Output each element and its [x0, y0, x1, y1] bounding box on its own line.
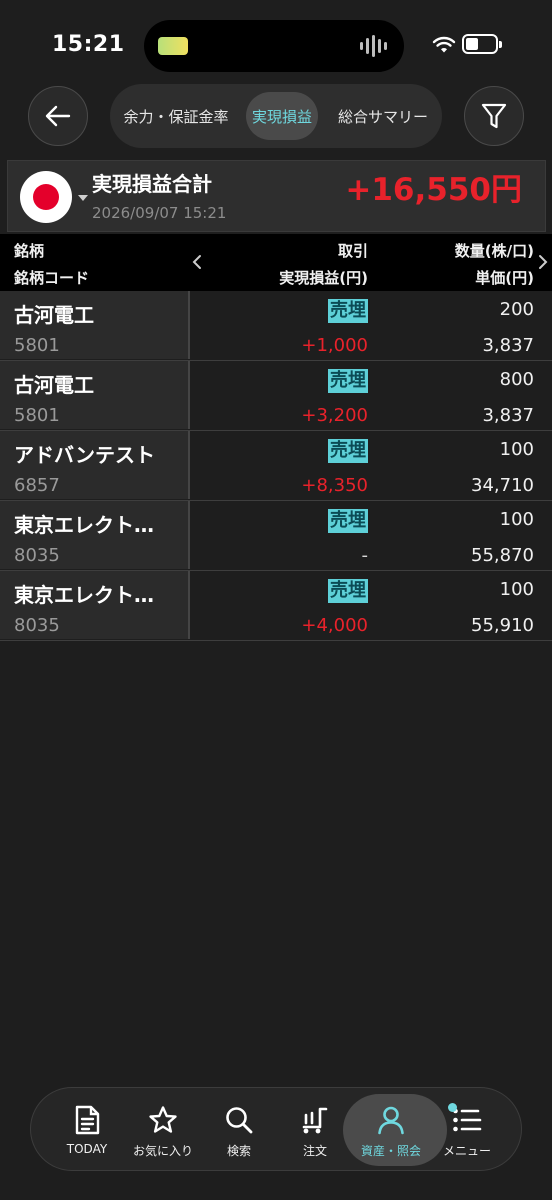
battery-icon: [462, 34, 502, 54]
tab-label: お気に入り: [132, 1144, 193, 1158]
table-row[interactable]: 東京エレクト… 8035 売埋 - 100 55,870: [0, 501, 552, 571]
tab-label: 余力・保証金率: [123, 107, 229, 126]
stock-code: 5801: [14, 405, 60, 426]
cart-icon: [300, 1104, 330, 1136]
table-row[interactable]: 古河電工 5801 売埋 +1,000 200 3,837: [0, 291, 552, 361]
stock-code: 6857: [14, 475, 60, 496]
market-selector[interactable]: [20, 171, 92, 223]
summary-date: 2026/09/07 15:21: [92, 204, 227, 222]
app-activity-icon: [158, 37, 188, 55]
quantity: 200: [499, 299, 534, 320]
back-button[interactable]: [28, 86, 88, 146]
name-cell: 東京エレクト… 8035: [0, 501, 190, 569]
table-row[interactable]: 東京エレクト… 8035 売埋 +4,000 100 55,910: [0, 571, 552, 641]
stock-code: 8035: [14, 615, 60, 636]
trade-badge: 売埋: [328, 509, 368, 533]
dynamic-island: [144, 20, 404, 72]
trade-badge: 売埋: [328, 579, 368, 603]
unit-price: 3,837: [482, 405, 534, 426]
realized-pl: +1,000: [301, 335, 368, 356]
tab-search[interactable]: 検索: [199, 1088, 279, 1172]
tab-summary[interactable]: 総合サマリー: [324, 84, 442, 148]
unit-price: 3,837: [482, 335, 534, 356]
tab-realized-pl[interactable]: 実現損益: [246, 84, 318, 148]
name-cell: 古河電工 5801: [0, 291, 190, 359]
stock-name: アドバンテスト: [14, 443, 155, 467]
stock-name: 東京エレクト…: [14, 513, 154, 537]
tab-today[interactable]: TODAY: [47, 1088, 127, 1172]
chevron-left-icon[interactable]: [192, 254, 202, 270]
stock-code: 8035: [14, 545, 60, 566]
status-time: 15:21: [52, 32, 125, 57]
status-bar: 15:21: [0, 0, 552, 80]
header-trade: 取引: [337, 242, 368, 260]
tab-label: 注文: [302, 1144, 327, 1158]
tab-margin-rate[interactable]: 余力・保証金率: [110, 84, 242, 148]
trade-badge: 売埋: [328, 439, 368, 463]
stock-code: 5801: [14, 335, 60, 356]
tab-label: 資産・照会: [360, 1144, 421, 1158]
summary-title: 実現損益合計: [92, 172, 212, 196]
tab-label: メニュー: [442, 1144, 491, 1158]
caret-down-icon: [78, 195, 88, 201]
document-icon: [73, 1104, 101, 1136]
realized-pl: +3,200: [301, 405, 368, 426]
name-cell: 古河電工 5801: [0, 361, 190, 429]
header-quantity: 数量(株/口): [454, 242, 534, 260]
header-unit-price: 単価(円): [475, 269, 534, 287]
header-realized-pl: 実現損益(円): [279, 269, 368, 287]
realized-pl: +4,000: [301, 615, 368, 636]
tab-assets[interactable]: 資産・照会: [343, 1088, 447, 1172]
tab-menu[interactable]: メニュー: [427, 1088, 507, 1172]
japan-flag-icon: [20, 171, 72, 223]
unit-price: 34,710: [471, 475, 534, 496]
unit-price: 55,870: [471, 545, 534, 566]
summary-total: +16,550円: [345, 172, 522, 208]
arrow-left-icon: [45, 105, 71, 127]
trade-badge: 売埋: [328, 299, 368, 323]
unit-price: 55,910: [471, 615, 534, 636]
section-tabs: 余力・保証金率 実現損益 総合サマリー: [110, 84, 442, 148]
filter-button[interactable]: [464, 86, 524, 146]
tab-label: TODAY: [66, 1142, 108, 1156]
tab-label: 総合サマリー: [337, 107, 428, 126]
wifi-icon: [432, 36, 456, 53]
realized-pl: -: [361, 545, 369, 566]
name-cell: 東京エレクト… 8035: [0, 571, 190, 639]
stock-name: 東京エレクト…: [14, 583, 154, 607]
person-icon: [376, 1104, 406, 1136]
star-icon: [148, 1104, 178, 1136]
header-code: 銘柄コード: [14, 269, 90, 287]
stock-name: 古河電工: [14, 303, 94, 327]
filter-icon: [481, 103, 507, 129]
table-row[interactable]: 古河電工 5801 売埋 +3,200 800 3,837: [0, 361, 552, 431]
notification-dot: [448, 1103, 457, 1112]
table-row[interactable]: アドバンテスト 6857 売埋 +8,350 100 34,710: [0, 431, 552, 501]
name-cell: アドバンテスト 6857: [0, 431, 190, 499]
stock-name: 古河電工: [14, 373, 94, 397]
chevron-right-icon[interactable]: [538, 254, 548, 270]
tab-label: 実現損益: [251, 107, 312, 126]
tab-favorites[interactable]: お気に入り: [123, 1088, 203, 1172]
tab-label: 検索: [226, 1144, 251, 1158]
quantity: 800: [499, 369, 534, 390]
bottom-tab-bar: TODAY お気に入り 検索 注文 資産・照会 メニュー: [30, 1087, 522, 1171]
search-icon: [224, 1104, 254, 1136]
header-name: 銘柄: [14, 242, 45, 260]
audio-wave-icon: [360, 33, 388, 59]
quantity: 100: [499, 509, 534, 530]
realized-pl: +8,350: [301, 475, 368, 496]
quantity: 100: [499, 439, 534, 460]
quantity: 100: [499, 579, 534, 600]
trade-badge: 売埋: [328, 369, 368, 393]
